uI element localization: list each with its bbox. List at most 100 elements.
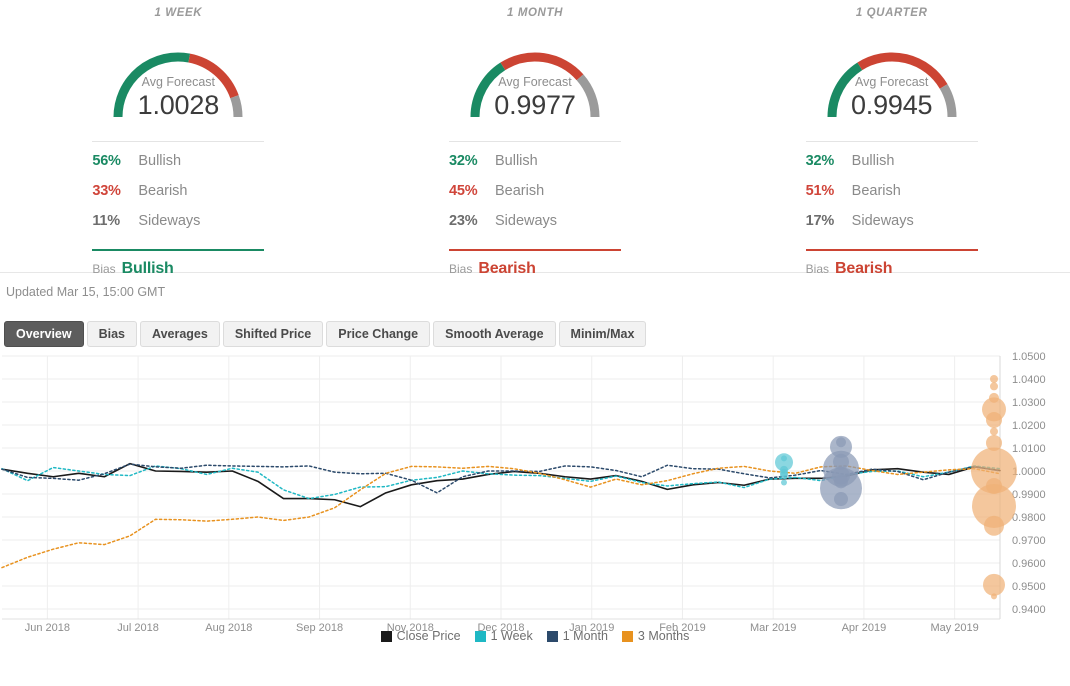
forecast-bubble (990, 375, 998, 383)
bias-label: Bias (449, 262, 473, 276)
forecast-stat-percent: 32% (449, 153, 478, 169)
forecast-panel-2: 1 MONTH Avg Forecast 0.9977 32% Bullish … (357, 0, 714, 277)
y-axis-tick-label: 0.9900 (1012, 489, 1046, 501)
forecast-bubble (991, 593, 997, 600)
legend-item[interactable]: Close Price (380, 629, 461, 643)
bias-label: Bias (92, 262, 116, 276)
chart-tab-bar: Overview Bias Averages Shifted Price Price C… (0, 305, 1070, 347)
forecast-stat-row: 51% Bearish (806, 183, 978, 213)
y-axis-tick-label: 1.0500 (1012, 351, 1046, 363)
bias-underline (449, 249, 621, 251)
forecast-stat-percent: 56% (92, 153, 121, 169)
legend-swatch-icon (546, 630, 558, 642)
legend-label: Close Price (396, 629, 461, 643)
bias-label: Bias (805, 262, 830, 276)
forecast-panel-1: 1 WEEK Avg Forecast 1.0028 56% Bullish 3… (0, 0, 357, 277)
bias-underline (92, 249, 265, 251)
forecast-gauge: Avg Forecast 1.0028 (85, 25, 271, 125)
legend-swatch-icon (621, 630, 633, 642)
forecast-bubble (986, 411, 1002, 428)
gauge-value: 0.9945 (850, 90, 933, 120)
panel-title: 1 MONTH (507, 7, 563, 19)
y-axis-tick-label: 1.0400 (1012, 374, 1046, 386)
bias-row: Bias Bullish (92, 260, 264, 278)
forecast-stat-row: 17% Sideways (806, 213, 978, 243)
bias-value: Bearish (478, 260, 536, 277)
bias-row: Bias Bearish (806, 260, 978, 278)
forecast-stat-percent: 11% (92, 213, 120, 229)
forecast-gauge: Avg Forecast 0.9945 (799, 25, 985, 125)
y-axis-tick-label: 1.0200 (1012, 420, 1046, 432)
forecast-stats: 32% Bullish 51% Bearish 17% Sideways Bia… (805, 141, 978, 278)
tab-price-change[interactable]: Price Change (326, 321, 431, 347)
forecast-stats: 32% Bullish 45% Bearish 23% Sideways Bia… (449, 141, 621, 278)
tab-overview[interactable]: Overview (4, 321, 84, 347)
y-axis-tick-label: 0.9400 (1012, 604, 1046, 616)
gauge-caption: Avg Forecast (498, 75, 572, 89)
gauge-caption: Avg Forecast (854, 75, 929, 89)
y-axis-tick-label: 1.0000 (1012, 466, 1046, 478)
forecast-stat-percent: 32% (805, 153, 835, 169)
forecast-gauge: Avg Forecast 0.9977 (442, 25, 628, 125)
forecast-stat-percent: 23% (449, 213, 478, 229)
legend-swatch-icon (380, 630, 392, 642)
bubble-cluster-1-month (820, 435, 862, 510)
forecast-stat-row: 56% Bullish (92, 153, 264, 183)
forecast-stat-row: 45% Bearish (449, 183, 621, 213)
y-axis-tick-label: 0.9500 (1012, 581, 1046, 593)
y-axis-tick-label: 1.0300 (1012, 397, 1046, 409)
forecast-stat-row: 33% Bearish (92, 183, 264, 213)
y-axis-tick-label: 1.0100 (1012, 443, 1046, 455)
legend-item[interactable]: 3 Months (621, 629, 689, 643)
forecast-bubble (990, 427, 998, 436)
forecast-stat-row: 32% Bullish (449, 153, 621, 183)
legend-swatch-icon (474, 630, 486, 642)
bias-value: Bearish (835, 260, 893, 277)
forecast-stat-row: 32% Bullish (806, 153, 978, 183)
forecast-bubble (990, 382, 998, 391)
forecast-stat-label: Bearish (138, 183, 188, 199)
forecast-stat-label: Sideways (495, 213, 558, 229)
forecast-stat-label: Bearish (851, 183, 901, 199)
legend-item[interactable]: 1 Week (474, 629, 533, 643)
forecast-stat-percent: 33% (92, 183, 121, 199)
forecast-stat-label: Bullish (138, 153, 182, 169)
forecast-stat-row: 23% Sideways (449, 213, 621, 243)
forecast-stat-percent: 17% (805, 213, 835, 229)
forecast-bubble (781, 479, 787, 486)
bias-underline (805, 249, 978, 251)
tab-shifted-price[interactable]: Shifted Price (222, 321, 324, 347)
gauge-caption: Avg Forecast (141, 75, 216, 89)
bubble-cluster-3-months (971, 375, 1017, 600)
tab-averages[interactable]: Averages (140, 321, 220, 347)
forecast-stat-percent: 45% (449, 183, 478, 199)
forecast-chart: 1.0500 1.0400 1.0300 1.0200 1.0100 1.0000 0.99… (0, 347, 1070, 646)
forecast-stat-row: 11% Sideways (92, 213, 264, 243)
forecast-stat-label: Bullish (851, 153, 895, 169)
chart-canvas: 1.0500 1.0400 1.0300 1.0200 1.0100 1.0000 0.99… (1, 351, 1046, 634)
forecast-stat-label: Sideways (138, 213, 201, 229)
tab-smooth-average[interactable]: Smooth Average (433, 321, 556, 347)
forecast-bubble (780, 471, 788, 480)
bias-row: Bias Bearish (449, 260, 621, 278)
tab-bias[interactable]: Bias (86, 321, 137, 347)
gauge-value: 0.9977 (494, 90, 576, 120)
legend-label: 1 Week (490, 629, 533, 643)
legend-label: 1 Month (562, 629, 608, 643)
bubble-cluster-1-week (775, 453, 793, 486)
forecast-stat-percent: 51% (805, 183, 835, 199)
forecast-stat-label: Sideways (851, 213, 914, 229)
forecast-bubble (983, 573, 1005, 596)
tab-minim-max[interactable]: Minim/Max (558, 321, 647, 347)
forecast-stat-label: Bearish (495, 183, 545, 199)
y-axis-tick-label: 0.9700 (1012, 535, 1046, 547)
forecast-stats: 56% Bullish 33% Bearish 11% Sideways Bia… (92, 141, 265, 278)
chart-legend: Close Price 1 Week 1 Month 3 Months (0, 627, 1070, 645)
y-axis-tick-label: 0.9800 (1012, 512, 1046, 524)
forecast-bubble (984, 515, 1004, 536)
legend-item[interactable]: 1 Month (546, 629, 608, 643)
forecast-stat-label: Bullish (495, 153, 538, 169)
gauge-value: 1.0028 (137, 90, 220, 120)
bias-value: Bullish (121, 260, 174, 277)
forecast-panel-3: 1 QUARTER Avg Forecast 0.9945 32% Bullis… (713, 0, 1070, 277)
